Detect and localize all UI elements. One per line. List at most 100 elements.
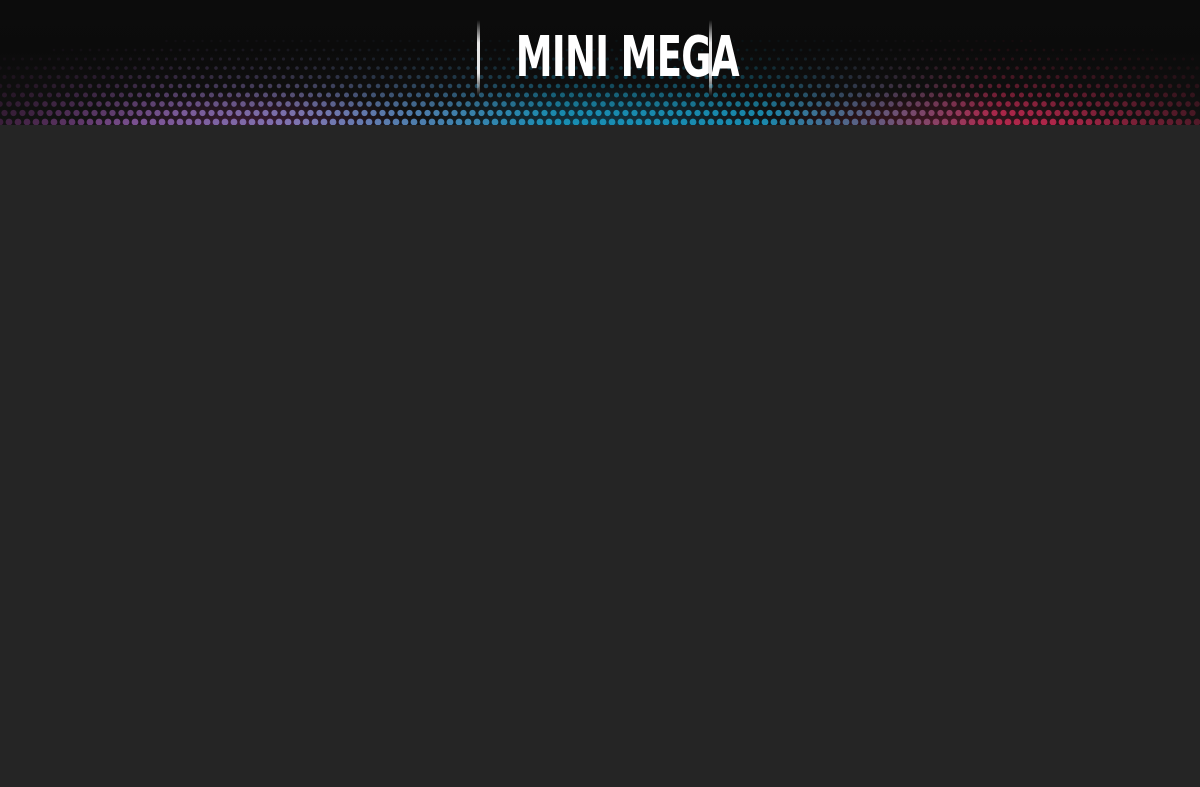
halftone-dot xyxy=(456,83,462,89)
halftone-dot xyxy=(988,66,992,70)
halftone-dot xyxy=(1099,92,1106,98)
halftone-dot xyxy=(1118,74,1123,80)
halftone-dot xyxy=(740,57,745,61)
halftone-dot xyxy=(622,109,629,117)
halftone-dot xyxy=(1072,92,1079,98)
halftone-dot xyxy=(573,101,579,107)
halftone-dot xyxy=(32,118,40,125)
halftone-dot xyxy=(447,101,453,107)
halftone-dot xyxy=(181,92,188,98)
halftone-dot xyxy=(443,74,448,80)
halftone-dot xyxy=(282,39,285,43)
halftone-dot xyxy=(165,39,168,43)
halftone-dot xyxy=(79,66,83,70)
halftone-dot xyxy=(124,48,128,52)
halftone-dot xyxy=(313,48,317,52)
halftone-dot xyxy=(671,118,679,125)
halftone-dot xyxy=(186,101,192,107)
halftone-dot xyxy=(73,92,80,98)
halftone-dot xyxy=(340,66,344,70)
halftone-dot xyxy=(816,83,822,89)
halftone-dot xyxy=(793,109,800,117)
halftone-dot xyxy=(964,92,971,98)
logo[interactable]: MINI MEGA xyxy=(475,14,740,100)
halftone-dot xyxy=(20,57,25,61)
halftone-dot xyxy=(159,101,165,107)
halftone-dot xyxy=(74,57,79,61)
halftone-dot xyxy=(925,48,929,52)
halftone-dot xyxy=(136,109,143,117)
halftone-dot xyxy=(448,48,452,52)
halftone-dot xyxy=(286,66,290,70)
halftone-dot xyxy=(1005,83,1011,89)
halftone-dot xyxy=(182,57,187,61)
halftone-dot xyxy=(375,101,381,107)
halftone-dot xyxy=(763,48,767,52)
halftone-dot xyxy=(151,48,155,52)
halftone-dot xyxy=(320,118,328,125)
halftone-dot xyxy=(214,66,218,70)
halftone-dot xyxy=(46,92,53,98)
halftone-dot xyxy=(201,39,204,43)
halftone-dot xyxy=(200,57,205,61)
halftone-dot xyxy=(0,101,3,107)
halftone-dot xyxy=(1023,101,1029,107)
halftone-dot xyxy=(1171,92,1178,98)
halftone-dot xyxy=(471,39,474,43)
halftone-dot xyxy=(965,74,970,80)
halftone-dot xyxy=(975,39,978,43)
halftone-dot xyxy=(772,66,776,70)
halftone-dot xyxy=(928,92,935,98)
halftone-dot xyxy=(1002,39,1005,43)
halftone-dot xyxy=(758,74,763,80)
halftone-dot xyxy=(1130,118,1138,125)
halftone-dot xyxy=(803,74,808,80)
halftone-dot xyxy=(1081,92,1088,98)
halftone-dot xyxy=(943,66,947,70)
halftone-dot xyxy=(959,118,967,125)
halftone-dot xyxy=(352,109,359,117)
halftone-dot xyxy=(470,74,475,80)
halftone-dot xyxy=(1176,83,1182,89)
halftone-dot xyxy=(115,48,119,52)
halftone-dot xyxy=(64,109,71,117)
halftone-dot xyxy=(95,118,103,125)
halftone-dot xyxy=(11,74,16,80)
halftone-dot xyxy=(896,118,904,125)
halftone-dot xyxy=(887,118,895,125)
halftone-dot xyxy=(1014,83,1020,89)
halftone-dot xyxy=(298,109,305,117)
halftone-dot xyxy=(875,57,880,61)
halftone-dot xyxy=(1027,109,1034,117)
halftone-dot xyxy=(591,101,597,107)
halftone-dot xyxy=(921,39,924,43)
halftone-dot xyxy=(968,118,976,125)
halftone-dot xyxy=(389,57,394,61)
halftone-dot xyxy=(1172,57,1177,61)
halftone-dot xyxy=(366,101,372,107)
halftone-dot xyxy=(1082,74,1087,80)
halftone-dot xyxy=(824,118,832,125)
halftone-dot xyxy=(455,118,463,125)
halftone-dot xyxy=(752,118,760,125)
halftone-dot xyxy=(893,74,898,80)
halftone-dot xyxy=(600,101,606,107)
halftone-dot xyxy=(267,101,273,107)
halftone-dot xyxy=(343,109,350,117)
halftone-dot xyxy=(1176,101,1182,107)
halftone-dot xyxy=(52,48,56,52)
halftone-dot xyxy=(775,109,782,117)
halftone-dot xyxy=(1060,66,1064,70)
halftone-dot xyxy=(228,39,231,43)
halftone-dot xyxy=(1,109,8,117)
halftone-dot xyxy=(1010,74,1015,80)
halftone-dot xyxy=(929,74,934,80)
halftone-dot xyxy=(1054,109,1061,117)
halftone-dot xyxy=(1009,109,1016,117)
halftone-dot xyxy=(303,101,309,107)
halftone-dot xyxy=(1054,92,1061,98)
halftone-dot xyxy=(23,118,31,125)
halftone-dot xyxy=(906,101,912,107)
halftone-dot xyxy=(505,109,512,117)
halftone-dot xyxy=(465,83,471,89)
